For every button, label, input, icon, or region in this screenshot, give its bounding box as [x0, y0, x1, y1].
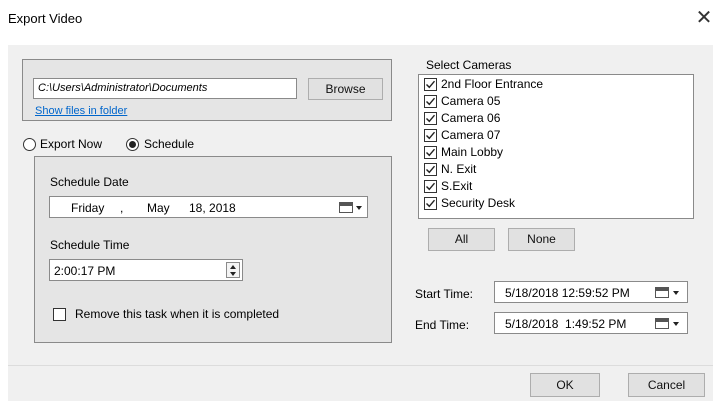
schedule-date-picker[interactable]: Friday , May 18, 2018	[49, 196, 368, 218]
schedule-label[interactable]: Schedule	[144, 137, 194, 151]
browse-button[interactable]: Browse	[308, 78, 383, 100]
schedule-time-value: 2:00:17 PM	[54, 264, 116, 278]
start-time-value: 5/18/2018 12:59:52 PM	[505, 286, 630, 300]
camera-checkbox[interactable]	[424, 95, 437, 108]
remove-task-label[interactable]: Remove this task when it is completed	[75, 307, 279, 321]
select-none-button[interactable]: None	[508, 228, 575, 251]
chevron-down-icon[interactable]	[673, 322, 679, 326]
remove-task-checkbox[interactable]	[53, 308, 66, 321]
checkmark-icon	[426, 182, 436, 191]
checkmark-icon	[426, 148, 436, 157]
camera-list-item[interactable]: S.Exit	[424, 179, 674, 193]
output-path-group: C:\Users\Administrator\Documents Browse …	[22, 59, 392, 121]
checkmark-icon	[426, 199, 436, 208]
close-icon[interactable]: ✕	[694, 6, 713, 30]
footer-divider	[8, 365, 713, 366]
start-time-picker[interactable]: 5/18/2018 12:59:52 PM	[494, 281, 688, 303]
calendar-icon[interactable]	[339, 202, 353, 213]
schedule-time-label: Schedule Time	[50, 238, 130, 252]
camera-label: Camera 05	[441, 94, 501, 108]
camera-label: 2nd Floor Entrance	[441, 77, 544, 91]
end-time-picker[interactable]: 5/18/2018 1:49:52 PM	[494, 312, 688, 334]
select-cameras-label: Select Cameras	[426, 58, 512, 72]
camera-label: Camera 07	[441, 128, 501, 142]
camera-checkbox[interactable]	[424, 129, 437, 142]
camera-list-item[interactable]: Camera 05	[424, 94, 674, 108]
schedule-radio-circle[interactable]	[126, 138, 139, 151]
start-time-label: Start Time:	[415, 287, 474, 301]
spinner-up-icon[interactable]	[230, 265, 236, 269]
camera-checkbox[interactable]	[424, 163, 437, 176]
end-time-label: End Time:	[415, 318, 470, 332]
camera-label: N. Exit	[441, 162, 477, 176]
camera-label: Security Desk	[441, 196, 516, 210]
camera-checkbox[interactable]	[424, 146, 437, 159]
checkmark-icon	[426, 131, 436, 140]
checkmark-icon	[426, 80, 436, 89]
schedule-date-label: Schedule Date	[50, 175, 129, 189]
window-title: Export Video	[8, 11, 83, 26]
spinner-icon[interactable]	[226, 262, 240, 278]
dialog-body: C:\Users\Administrator\Documents Browse …	[8, 45, 713, 401]
camera-list-items: 2nd Floor Entrance Camera 05 Camera 06 Came…	[424, 77, 684, 216]
export-now-radio[interactable]	[23, 138, 36, 151]
schedule-group: Schedule Date Friday , May 18, 2018 Sche…	[34, 156, 392, 343]
chevron-down-icon[interactable]	[673, 291, 679, 295]
chevron-down-icon[interactable]	[356, 206, 362, 210]
camera-list-item[interactable]: Security Desk	[424, 196, 674, 210]
spinner-down-icon[interactable]	[230, 272, 236, 276]
camera-label: Main Lobby	[441, 145, 504, 159]
camera-list-item[interactable]: Main Lobby	[424, 145, 674, 159]
camera-list-item[interactable]: 2nd Floor Entrance	[424, 77, 674, 91]
camera-checkbox[interactable]	[424, 180, 437, 193]
camera-label: S.Exit	[441, 179, 473, 193]
output-path-value: C:\Users\Administrator\Documents	[38, 82, 208, 94]
schedule-time-field[interactable]: 2:00:17 PM	[49, 259, 243, 281]
export-now-label[interactable]: Export Now	[40, 137, 102, 151]
end-time-value: 5/18/2018 1:49:52 PM	[505, 317, 627, 331]
schedule-radio[interactable]	[126, 138, 139, 151]
cancel-button[interactable]: Cancel	[628, 373, 705, 397]
camera-checkbox[interactable]	[424, 112, 437, 125]
export-now-radio-circle[interactable]	[23, 138, 36, 151]
select-all-button[interactable]: All	[428, 228, 495, 251]
date-separator: ,	[120, 201, 124, 215]
camera-checkbox[interactable]	[424, 78, 437, 91]
ok-button[interactable]: OK	[530, 373, 600, 397]
output-path-field[interactable]: C:\Users\Administrator\Documents	[33, 78, 297, 99]
camera-list-item[interactable]: Camera 07	[424, 128, 674, 142]
calendar-icon[interactable]	[655, 287, 669, 298]
show-files-link[interactable]: Show files in folder	[35, 105, 127, 117]
date-day-year: 18, 2018	[189, 201, 236, 215]
camera-list-item[interactable]: N. Exit	[424, 162, 674, 176]
checkmark-icon	[426, 165, 436, 174]
camera-checkbox[interactable]	[424, 197, 437, 210]
date-month: May	[147, 201, 170, 215]
camera-label: Camera 06	[441, 111, 501, 125]
checkmark-icon	[426, 97, 436, 106]
date-weekday: Friday	[71, 201, 105, 215]
title-bar: Export Video ✕	[0, 0, 713, 44]
checkmark-icon	[426, 114, 436, 123]
camera-list-item[interactable]: Camera 06	[424, 111, 674, 125]
calendar-icon[interactable]	[655, 318, 669, 329]
camera-list[interactable]: 2nd Floor Entrance Camera 05 Camera 06 Came…	[418, 74, 694, 219]
